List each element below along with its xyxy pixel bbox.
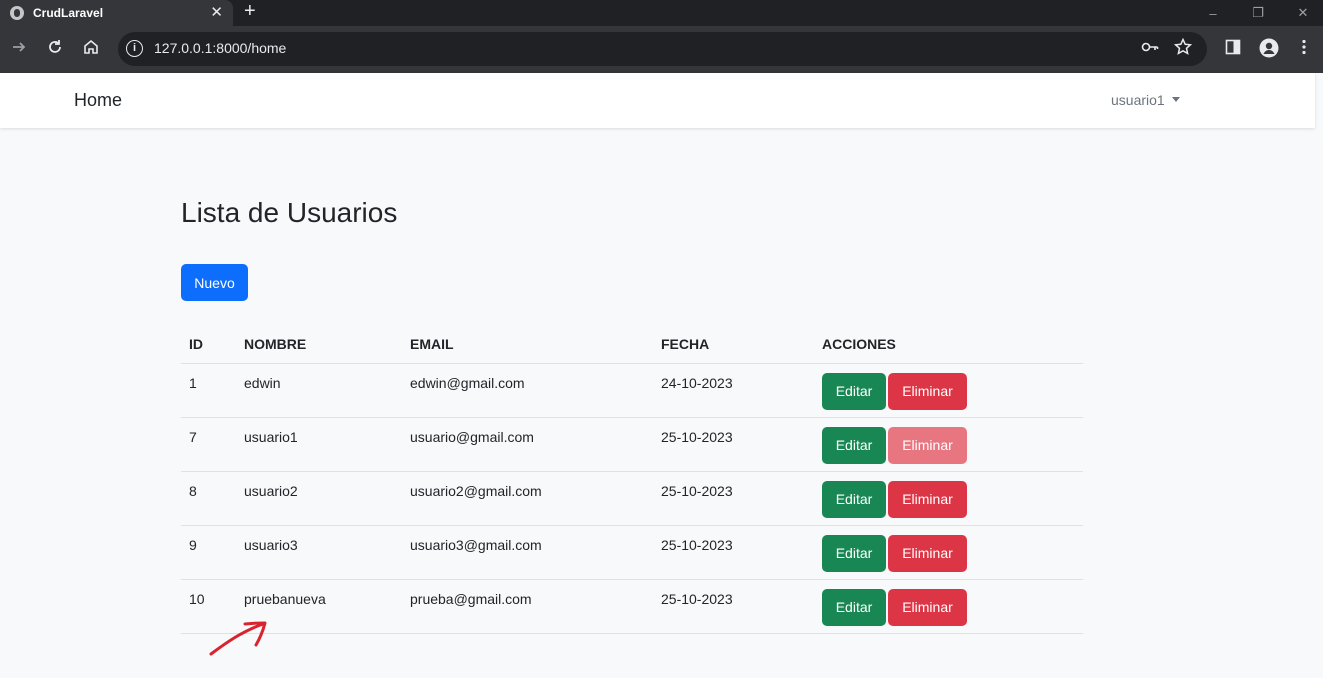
url-host: 127.0.0.1 [154, 40, 213, 56]
table-row: 7 usuario1 usuario@gmail.com 25-10-2023 … [181, 417, 1083, 472]
minimize-button[interactable]: – [1190, 0, 1236, 26]
reload-icon[interactable] [44, 38, 66, 60]
browser-toolbar: i 127.0.0.1:8000/home [0, 26, 1323, 73]
column-header-id: ID [181, 325, 236, 364]
table-row: 1 edwin edwin@gmail.com 24-10-2023 Edita… [181, 363, 1083, 418]
cell-email: usuario3@gmail.com [402, 525, 653, 580]
edit-button[interactable]: Editar [822, 426, 886, 464]
table-row: 10 pruebanueva prueba@gmail.com 25-10-20… [181, 579, 1083, 634]
edit-button[interactable]: Editar [822, 480, 886, 518]
cell-id: 1 [181, 363, 236, 418]
edit-button[interactable]: Editar [822, 372, 886, 410]
star-icon[interactable] [1173, 37, 1193, 61]
info-icon[interactable]: i [126, 40, 143, 57]
key-icon[interactable] [1141, 38, 1159, 61]
cell-actions: Editar Eliminar [814, 363, 1083, 418]
cell-actions: Editar Eliminar [814, 579, 1083, 634]
cell-actions: Editar Eliminar [814, 417, 1083, 472]
new-user-button[interactable]: Nuevo [181, 264, 248, 301]
cell-name: usuario3 [236, 525, 402, 580]
home-icon[interactable] [80, 38, 102, 60]
edit-button[interactable]: Editar [822, 588, 886, 626]
back-arrow-icon[interactable] [8, 38, 30, 60]
column-header-actions: ACCIONES [814, 325, 1083, 364]
table-row: 8 usuario2 usuario2@gmail.com 25-10-2023… [181, 471, 1083, 526]
cell-email: prueba@gmail.com [402, 579, 653, 634]
cell-actions: Editar Eliminar [814, 471, 1083, 526]
globe-icon [10, 6, 24, 20]
cell-email: usuario@gmail.com [402, 417, 653, 472]
cell-id: 8 [181, 471, 236, 526]
cell-email: edwin@gmail.com [402, 363, 653, 418]
column-header-name: NOMBRE [236, 325, 402, 364]
cell-name: usuario1 [236, 417, 402, 472]
url-path: :8000/home [212, 40, 287, 56]
users-table: ID NOMBRE EMAIL FECHA ACCIONES 1 edwin e… [181, 325, 1083, 634]
cell-date: 25-10-2023 [653, 525, 814, 580]
cell-actions: Editar Eliminar [814, 525, 1083, 580]
browser-tab-strip: CrudLaravel ✕ + – ❐ ✕ [0, 0, 1323, 26]
delete-button[interactable]: Eliminar [888, 534, 967, 572]
navbar-brand[interactable]: Home [74, 90, 122, 111]
page-title: Lista de Usuarios [181, 197, 398, 228]
new-tab-button[interactable]: + [244, 1, 256, 21]
url-text: 127.0.0.1:8000/home [154, 40, 286, 56]
user-name: usuario1 [1111, 92, 1165, 108]
delete-button[interactable]: Eliminar [888, 372, 967, 410]
cell-date: 24-10-2023 [653, 363, 814, 418]
table-row: 9 usuario3 usuario3@gmail.com 25-10-2023… [181, 525, 1083, 580]
cell-date: 25-10-2023 [653, 579, 814, 634]
caret-down-icon [1171, 97, 1180, 102]
annotation-arrow [209, 621, 267, 656]
tab-close-icon[interactable]: ✕ [210, 3, 223, 21]
cell-name: edwin [236, 363, 402, 418]
column-header-date: FECHA [653, 325, 814, 364]
tab-title: CrudLaravel [33, 6, 104, 20]
window-close-button[interactable]: ✕ [1280, 0, 1323, 26]
address-bar[interactable]: i 127.0.0.1:8000/home [118, 32, 1207, 66]
user-dropdown[interactable]: usuario1 [1111, 92, 1180, 108]
app-navbar: Home usuario1 [0, 73, 1315, 128]
restore-button[interactable]: ❐ [1235, 0, 1281, 26]
delete-button[interactable]: Eliminar [888, 588, 967, 626]
column-header-email: EMAIL [402, 325, 653, 364]
delete-button[interactable]: Eliminar [888, 480, 967, 518]
browser-tab[interactable]: CrudLaravel ✕ [0, 0, 233, 26]
cell-id: 7 [181, 417, 236, 472]
cell-name: usuario2 [236, 471, 402, 526]
profile-icon[interactable] [1259, 38, 1279, 63]
cell-date: 25-10-2023 [653, 417, 814, 472]
table-header-row: ID NOMBRE EMAIL FECHA ACCIONES [181, 325, 1083, 364]
delete-button-disabled: Eliminar [888, 426, 967, 464]
cell-id: 9 [181, 525, 236, 580]
cell-date: 25-10-2023 [653, 471, 814, 526]
menu-dots-icon[interactable] [1300, 39, 1308, 60]
edit-button[interactable]: Editar [822, 534, 886, 572]
sidepanel-icon[interactable] [1225, 39, 1241, 60]
cell-email: usuario2@gmail.com [402, 471, 653, 526]
